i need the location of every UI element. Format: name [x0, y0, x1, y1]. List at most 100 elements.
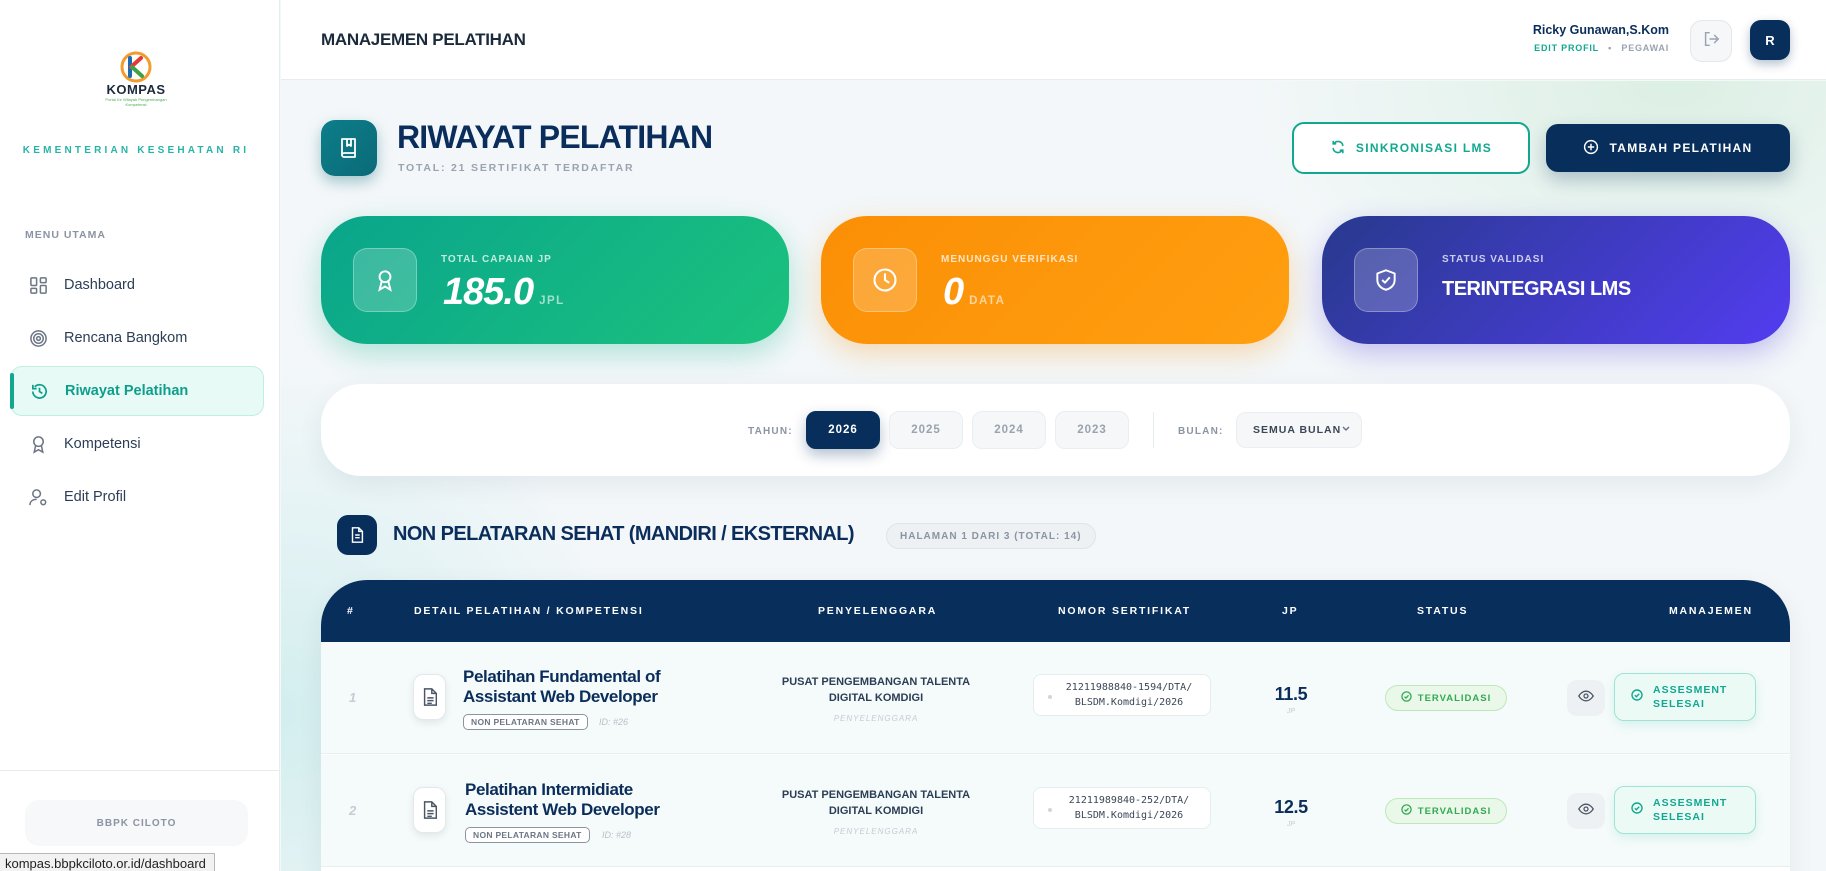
logout-icon	[1702, 30, 1720, 53]
col-number: #	[347, 605, 355, 617]
category-tag: NON PELATARAN SEHAT	[463, 714, 588, 730]
stat-card-total-jp: TOTAL CAPAIAN JP 185.0 JPL	[321, 216, 789, 344]
status-badge: TERVALIDASI	[1385, 798, 1507, 824]
sidebar: KOMPAS Portal Ke Wilayah Pengembangan Ko…	[0, 0, 280, 871]
eye-icon	[1578, 801, 1594, 822]
table-header: # DETAIL PELATIHAN / KOMPETENSI PENYELEN…	[321, 580, 1790, 642]
plus-circle-icon	[1583, 139, 1599, 158]
stat-label: TOTAL CAPAIAN JP	[441, 254, 552, 265]
award-icon	[28, 434, 48, 454]
meta-separator: •	[1608, 43, 1613, 53]
sidebar-item-riwayat-pelatihan[interactable]: Riwayat Pelatihan	[10, 366, 264, 416]
sidebar-item-dashboard[interactable]: Dashboard	[10, 260, 264, 310]
document-icon	[413, 674, 446, 720]
filter-divider	[1153, 412, 1154, 448]
logo-text: KOMPAS	[106, 82, 166, 97]
check-circle-icon	[1631, 689, 1643, 705]
col-status: STATUS	[1417, 605, 1469, 617]
organizer-sublabel: PENYELENGGARA	[833, 827, 919, 836]
stat-card-validation: STATUS VALIDASI TERINTEGRASI LMS	[1322, 216, 1790, 344]
sync-lms-button[interactable]: SINKRONISASI LMS	[1292, 122, 1530, 174]
pagination-badge: HALAMAN 1 DARI 3 (TOTAL: 14)	[886, 523, 1096, 549]
sidebar-item-edit-profil[interactable]: Edit Profil	[10, 472, 264, 522]
year-option-2025[interactable]: 2025	[889, 411, 963, 449]
col-organizer: PENYELENGGARA	[818, 605, 938, 617]
stat-value: TERINTEGRASI LMS	[1442, 278, 1631, 300]
view-button[interactable]	[1567, 680, 1605, 716]
institution-badge: BBPK CILOTO	[25, 800, 248, 846]
table-row: 2 Pelatihan Intermidiate Assistent Web D…	[321, 755, 1790, 867]
status-badge: TERVALIDASI	[1385, 685, 1507, 711]
edit-profile-link[interactable]: EDIT PROFIL	[1534, 43, 1599, 53]
stat-value: 0 DATA	[943, 271, 1006, 313]
user-settings-icon	[28, 487, 48, 507]
table-row: 1 Pelatihan Fundamental of Assistant Web…	[321, 642, 1790, 754]
top-header: MANAJEMEN PELATIHAN Ricky Gunawan,S.Kom …	[281, 0, 1826, 80]
training-title: Pelatihan Intermidiate Assistent Web Dev…	[465, 780, 660, 819]
target-icon	[28, 328, 48, 348]
stat-label: STATUS VALIDASI	[1442, 254, 1545, 265]
month-select[interactable]: SEMUA BULAN	[1236, 412, 1362, 448]
check-circle-icon	[1631, 802, 1643, 818]
header-title: MANAJEMEN PELATIHAN	[321, 30, 526, 49]
month-label: BULAN:	[1178, 426, 1224, 437]
jp-unit: JP	[1286, 821, 1296, 828]
year-option-2023[interactable]: 2023	[1055, 411, 1129, 449]
sidebar-item-label: Dashboard	[64, 277, 135, 293]
organizer-sublabel: PENYELENGGARA	[833, 714, 919, 723]
jp-value: 12.5	[1274, 797, 1308, 817]
assessment-done-button[interactable]: ASSESMENT SELESAI	[1614, 786, 1756, 834]
page-subtitle: TOTAL: 21 SERTIFIKAT TERDAFTAR	[398, 162, 635, 174]
user-meta: EDIT PROFIL • PEGAWAI	[1534, 43, 1669, 53]
check-circle-icon	[1401, 804, 1412, 818]
chevron-down-icon	[1341, 423, 1351, 436]
award-icon	[353, 248, 417, 312]
sidebar-item-label: Kompetensi	[64, 436, 141, 452]
main-content: RIWAYAT PELATIHAN TOTAL: 21 SERTIFIKAT T…	[281, 81, 1826, 871]
clock-icon	[853, 248, 917, 312]
month-select-value: SEMUA BULAN	[1253, 424, 1342, 436]
col-management: MANAJEMEN	[1669, 605, 1753, 617]
add-training-button[interactable]: TAMBAH PELATIHAN	[1546, 124, 1790, 172]
book-icon	[321, 120, 377, 176]
dashboard-icon	[28, 275, 48, 295]
category-tag: NON PELATARAN SEHAT	[465, 827, 590, 843]
logout-button[interactable]	[1690, 20, 1732, 62]
ministry-label: KEMENTERIAN KESEHATAN RI	[22, 145, 250, 156]
shield-check-icon	[1354, 248, 1418, 312]
certificate-number: 21211989840-252/DTA/BLSDM.Komdigi/2026	[1033, 787, 1211, 829]
menu-title: MENU UTAMA	[25, 229, 106, 241]
add-training-label: TAMBAH PELATIHAN	[1609, 141, 1753, 155]
user-name: Ricky Gunawan,S.Kom	[1532, 23, 1669, 37]
sidebar-item-rencana-bangkom[interactable]: Rencana Bangkom	[10, 313, 264, 363]
assessment-done-button[interactable]: ASSESMENT SELESAI	[1614, 673, 1756, 721]
refresh-icon	[1330, 139, 1346, 158]
row-number: 1	[349, 690, 357, 705]
stat-value: 185.0 JPL	[443, 271, 565, 313]
organizer-name: PUSAT PENGEMBANGAN TALENTA DIGITAL KOMDI…	[781, 789, 971, 817]
eye-icon	[1578, 688, 1594, 709]
sidebar-item-label: Rencana Bangkom	[64, 330, 188, 346]
certificate-number: 21211988840-1594/DTA/BLSDM.Komdigi/2026	[1033, 674, 1211, 716]
year-option-2026[interactable]: 2026	[806, 411, 880, 449]
row-number: 2	[349, 803, 357, 818]
view-button[interactable]	[1567, 793, 1605, 829]
document-icon	[337, 515, 377, 555]
history-icon	[29, 381, 49, 401]
sync-lms-label: SINKRONISASI LMS	[1355, 141, 1493, 155]
stat-card-pending: MENUNGGU VERIFIKASI 0 DATA	[821, 216, 1289, 344]
status-bar-url: kompas.bbpkciloto.or.id/dashboard	[0, 853, 215, 871]
sidebar-item-label: Riwayat Pelatihan	[65, 383, 189, 399]
jp-value: 11.5	[1274, 684, 1308, 704]
year-option-2024[interactable]: 2024	[972, 411, 1046, 449]
record-id: ID: #26	[599, 717, 629, 727]
stat-unit: JPL	[539, 295, 565, 307]
sidebar-divider	[0, 770, 280, 771]
app-logo[interactable]: KOMPAS Portal Ke Wilayah Pengembangan Ko…	[104, 50, 168, 107]
sidebar-item-kompetensi[interactable]: Kompetensi	[10, 419, 264, 469]
training-title: Pelatihan Fundamental of Assistant Web D…	[463, 667, 661, 706]
avatar[interactable]: R	[1750, 20, 1790, 60]
stat-label: MENUNGGU VERIFIKASI	[941, 254, 1079, 265]
col-certificate: NOMOR SERTIFIKAT	[1058, 605, 1192, 617]
kompas-logo-icon	[119, 50, 153, 84]
